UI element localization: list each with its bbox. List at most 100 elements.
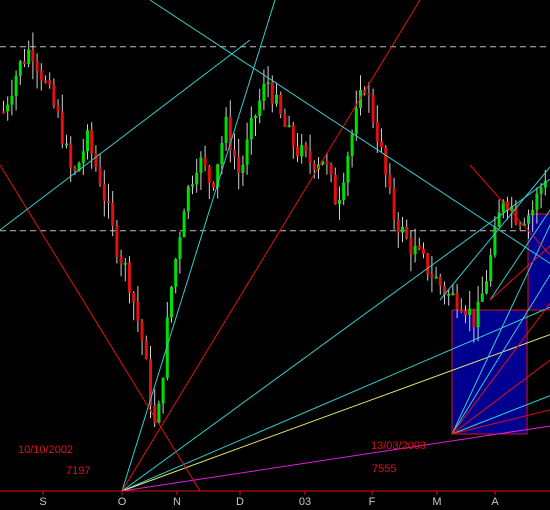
candle-body [451, 293, 455, 296]
candle-body [468, 308, 472, 316]
candle-body [119, 256, 123, 264]
candle-body [48, 80, 52, 85]
candle-body [417, 245, 421, 249]
candle-body [111, 202, 115, 226]
candle-body [493, 227, 497, 256]
candle-body [10, 95, 14, 105]
candle-body [375, 122, 379, 142]
candle-body [287, 125, 291, 128]
candle-body [459, 309, 463, 312]
candle-body [464, 311, 467, 316]
candle-body [136, 302, 140, 322]
candle-body [401, 226, 404, 233]
candle-body [472, 308, 476, 328]
candle-body [266, 82, 270, 85]
annotations: 10/10/2002 7197 13/03/2003 7555 [18, 440, 426, 477]
candle-body [115, 225, 119, 257]
candle-body [384, 147, 388, 175]
candle-body [283, 114, 287, 127]
candle-body [90, 130, 94, 154]
candle-body [60, 111, 64, 144]
candle-body [195, 172, 199, 185]
candle-body [178, 237, 182, 260]
dashed-levels [0, 46, 550, 232]
candle-body [480, 293, 484, 302]
candle-body [69, 143, 73, 169]
candle-body [405, 226, 409, 238]
candle-body [300, 145, 304, 157]
candle-body [2, 111, 5, 114]
annotation-date-2: 13/03/2003 [371, 440, 426, 452]
candle-body [65, 143, 68, 146]
annotation-value-1: 7197 [66, 465, 90, 477]
candle-body [199, 157, 203, 173]
month-label-S: S [39, 496, 46, 508]
candle-body [170, 286, 173, 318]
month-label-F: F [369, 496, 376, 508]
fan-line-7 [0, 164, 201, 492]
candle-body [128, 262, 131, 293]
candle-body [123, 262, 127, 265]
candle-body [531, 209, 535, 216]
candle-body [132, 292, 136, 303]
candle-body [94, 153, 98, 167]
candle-body [161, 377, 165, 404]
candle-body [527, 215, 530, 224]
candle-body [212, 182, 215, 188]
candle-body [23, 61, 26, 65]
candle-body [174, 259, 178, 287]
candle-body [140, 321, 144, 341]
candle-body [422, 248, 425, 254]
month-label-D: D [236, 496, 244, 508]
candle-body [35, 61, 39, 71]
candle-body [539, 187, 543, 194]
candle-body [186, 186, 190, 212]
candle-body [86, 130, 89, 152]
candle-body [233, 150, 236, 157]
candle-body [325, 161, 329, 165]
candle-body [81, 151, 85, 164]
candle-body [27, 49, 31, 65]
candle-body [438, 276, 442, 286]
candle-body [455, 293, 459, 310]
candle-body [31, 49, 35, 62]
month-label-M: M [432, 496, 441, 508]
candle-body [312, 163, 316, 170]
candle-body [388, 174, 392, 189]
candle-body [304, 145, 308, 151]
candle-body [258, 100, 262, 116]
candle-body [6, 104, 10, 112]
candle-body [447, 293, 451, 296]
candle-body [296, 146, 299, 157]
candle-body [144, 340, 148, 360]
month-label-A: A [491, 496, 499, 508]
candle-body [245, 139, 249, 165]
candle-body [485, 281, 488, 294]
candle-body [409, 237, 413, 255]
candle-body [346, 155, 350, 183]
fan-line-1 [121, 0, 276, 492]
candle-body [237, 156, 241, 174]
candle-body [182, 211, 186, 238]
candle-body [153, 405, 157, 423]
candle-body [224, 116, 228, 144]
candle-body [203, 157, 207, 167]
candle-body [308, 150, 312, 164]
candle-body [73, 168, 77, 171]
candle-body [254, 115, 257, 119]
candle-body [107, 200, 110, 203]
candle-body [338, 199, 341, 205]
candle-body [535, 193, 539, 210]
candle-body [270, 82, 274, 104]
candle-body [291, 125, 295, 147]
candle-body [392, 188, 396, 220]
candle-body [434, 276, 438, 279]
fan-line-2 [121, 0, 421, 492]
candle-body [476, 301, 480, 328]
candle-body [18, 61, 22, 76]
candle-body [279, 94, 283, 115]
candle-body [191, 184, 194, 187]
candle-body [350, 133, 354, 156]
candle-body [39, 70, 43, 81]
candle-body [207, 166, 211, 183]
